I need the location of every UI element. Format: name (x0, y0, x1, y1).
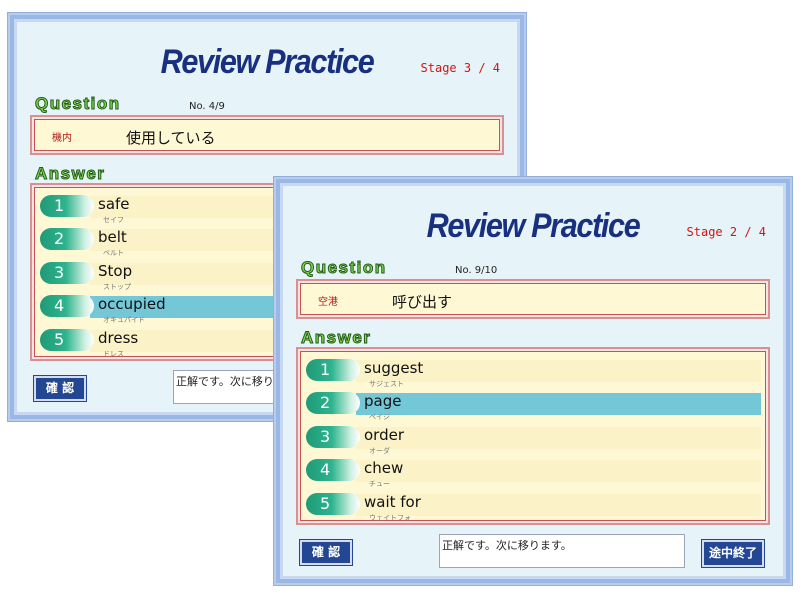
answer-word: safe (98, 195, 130, 213)
confirm-button[interactable]: 確 認 (34, 376, 86, 401)
quit-button[interactable]: 途中終了 (702, 540, 764, 567)
stage-indicator: Stage 2 / 4 (686, 225, 766, 239)
answer-option-1[interactable]: 1 suggest サジェスト (298, 352, 768, 388)
question-heading: Question (35, 94, 121, 113)
answer-number-badge: 1 (40, 195, 94, 217)
answer-heading: Answer (300, 328, 372, 347)
answer-number-badge: 4 (306, 459, 360, 481)
feedback-message: 正解です。次に移ります。 (439, 534, 685, 568)
answer-row-background (356, 426, 761, 449)
answer-word: chew (364, 459, 404, 477)
answer-word: dress (98, 329, 139, 347)
question-text: 呼び出す (392, 293, 453, 311)
answer-option-3[interactable]: 3 order オーダ (298, 419, 768, 455)
answer-number-badge: 4 (40, 295, 94, 317)
question-heading: Question (301, 258, 387, 277)
answer-reading: ドレス (103, 350, 124, 358)
confirm-button[interactable]: 確 認 (300, 540, 352, 565)
answer-word: Stop (98, 262, 133, 280)
answer-number-badge: 2 (306, 392, 360, 414)
answer-word: suggest (364, 359, 424, 377)
answer-option-4[interactable]: 4 chew チュー (298, 452, 768, 488)
answer-number-badge: 5 (306, 493, 360, 515)
answer-row-background (356, 459, 761, 482)
question-number: No. 4/9 (189, 101, 225, 112)
answer-word: page (364, 392, 402, 410)
question-panel: 空港 呼び出す (296, 279, 770, 319)
stage-indicator: Stage 3 / 4 (420, 61, 500, 75)
answer-number-badge: 3 (40, 262, 94, 284)
answer-word: wait for (364, 493, 421, 511)
answer-list: 1 suggest サジェスト 2 page ペイジ 3 order オーダ 4… (296, 347, 770, 525)
answer-heading: Answer (34, 164, 106, 183)
answer-option-2[interactable]: 2 page ペイジ (298, 385, 768, 421)
answer-word: occupied (98, 295, 166, 313)
answer-reading: ウェイトフォ (369, 514, 411, 522)
question-number: No. 9/10 (455, 265, 498, 276)
answer-option-5[interactable]: 5 wait for ウェイトフォ (298, 486, 768, 522)
answer-number-badge: 2 (40, 228, 94, 250)
question-hint: 空港 (318, 297, 338, 308)
answer-number-badge: 5 (40, 329, 94, 351)
answer-number-badge: 3 (306, 426, 360, 448)
answer-word: order (364, 426, 404, 444)
answer-number-badge: 1 (306, 359, 360, 381)
answer-word: belt (98, 228, 127, 246)
answer-row-background (356, 392, 761, 415)
practice-window-front: Review Practice Stage 2 / 4 Question No.… (273, 176, 793, 586)
question-hint: 機内 (52, 133, 72, 144)
question-text: 使用している (126, 129, 216, 147)
question-panel: 機内 使用している (30, 115, 504, 155)
